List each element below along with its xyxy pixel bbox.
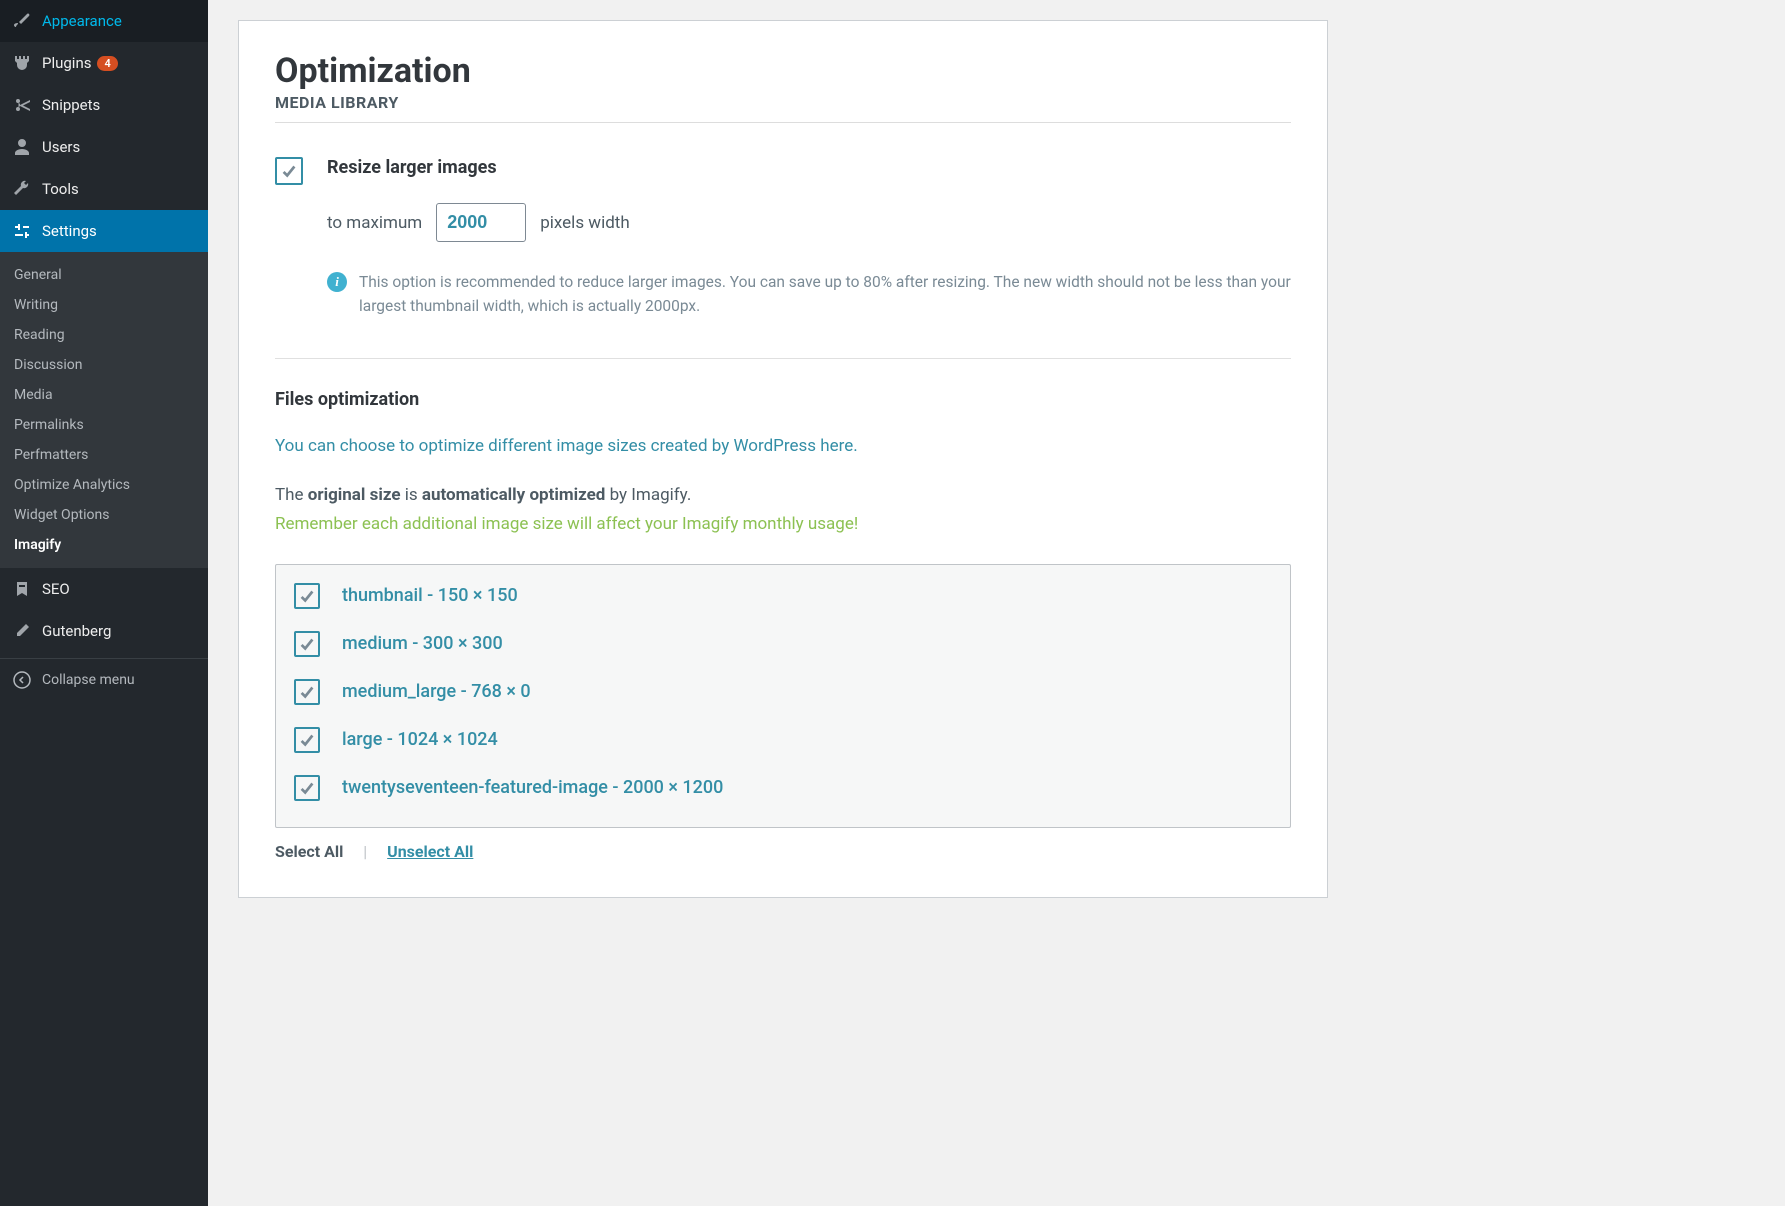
sidebar-item-appearance[interactable]: Appearance — [0, 0, 208, 42]
unselect-all-link[interactable]: Unselect All — [387, 842, 473, 861]
check-icon — [298, 587, 316, 605]
submenu-discussion[interactable]: Discussion — [0, 350, 208, 380]
resize-width-input[interactable] — [436, 203, 526, 242]
info-icon: i — [327, 272, 347, 292]
submenu-perfmatters[interactable]: Perfmatters — [0, 440, 208, 470]
sidebar-item-users[interactable]: Users — [0, 126, 208, 168]
resize-prefix: to maximum — [327, 213, 422, 233]
brush-icon — [12, 11, 32, 31]
select-all-link[interactable]: Select All — [275, 842, 343, 861]
submenu-widget-options[interactable]: Widget Options — [0, 500, 208, 530]
sidebar-item-label: Snippets — [42, 96, 100, 114]
sidebar-item-tools[interactable]: Tools — [0, 168, 208, 210]
resize-checkbox[interactable] — [275, 157, 303, 185]
main-content: Optimization MEDIA LIBRARY Resize larger… — [208, 0, 1785, 1206]
check-icon — [298, 731, 316, 749]
size-label: twentyseventeen-featured-image - 2000 × … — [342, 777, 723, 798]
files-note-line: The original size is automatically optim… — [275, 482, 1291, 509]
select-actions: Select All | Unselect All — [275, 842, 1291, 861]
submenu-media[interactable]: Media — [0, 380, 208, 410]
size-row: large - 1024 × 1024 — [294, 727, 1272, 753]
sidebar-item-settings[interactable]: Settings — [0, 210, 208, 252]
submenu-reading[interactable]: Reading — [0, 320, 208, 350]
sidebar-item-label: Settings — [42, 222, 97, 240]
update-count-badge: 4 — [97, 56, 117, 71]
sidebar-item-label: Appearance — [42, 12, 122, 30]
resize-input-row: to maximum pixels width — [327, 203, 1291, 242]
sidebar-item-plugins[interactable]: Plugins 4 — [0, 42, 208, 84]
size-label: thumbnail - 150 × 150 — [342, 585, 518, 606]
sidebar-item-label: Gutenberg — [42, 622, 111, 640]
resize-suffix: pixels width — [540, 213, 630, 233]
size-checkbox[interactable] — [294, 775, 320, 801]
resize-info-row: i This option is recommended to reduce l… — [327, 270, 1291, 318]
size-label: medium_large - 768 × 0 — [342, 681, 531, 702]
separator: | — [363, 842, 367, 861]
page-title: Optimization — [275, 51, 1291, 91]
image-sizes-list[interactable]: thumbnail - 150 × 150 medium - 300 × 300… — [275, 564, 1291, 828]
divider — [275, 122, 1291, 123]
size-label: large - 1024 × 1024 — [342, 729, 498, 750]
submenu-imagify[interactable]: Imagify — [0, 530, 208, 560]
size-checkbox[interactable] — [294, 631, 320, 657]
check-icon — [298, 683, 316, 701]
sliders-icon — [12, 221, 32, 241]
sidebar-item-seo[interactable]: SEO — [0, 568, 208, 610]
plug-icon — [12, 53, 32, 73]
sidebar-item-label: Users — [42, 138, 80, 156]
sidebar-item-gutenberg[interactable]: Gutenberg — [0, 610, 208, 652]
submenu-permalinks[interactable]: Permalinks — [0, 410, 208, 440]
check-icon — [298, 635, 316, 653]
resize-info-text: This option is recommended to reduce lar… — [359, 270, 1291, 318]
resize-label: Resize larger images — [327, 157, 497, 178]
sidebar-item-label: Tools — [42, 180, 79, 198]
size-row: medium - 300 × 300 — [294, 631, 1272, 657]
collapse-icon — [12, 670, 32, 690]
collapse-label: Collapse menu — [42, 672, 135, 688]
size-row: twentyseventeen-featured-image - 2000 × … — [294, 775, 1272, 801]
wrench-icon — [12, 179, 32, 199]
sidebar-item-snippets[interactable]: Snippets — [0, 84, 208, 126]
admin-sidebar: Appearance Plugins 4 Snippets Users Tool… — [0, 0, 208, 1206]
submenu-general[interactable]: General — [0, 260, 208, 290]
submenu-writing[interactable]: Writing — [0, 290, 208, 320]
size-checkbox[interactable] — [294, 727, 320, 753]
seo-icon — [12, 579, 32, 599]
files-description: You can choose to optimize different ima… — [275, 434, 1291, 460]
files-warning: Remember each additional image size will… — [275, 511, 1291, 538]
scissors-icon — [12, 95, 32, 115]
check-icon — [298, 779, 316, 797]
size-checkbox[interactable] — [294, 679, 320, 705]
submenu-optimize-analytics[interactable]: Optimize Analytics — [0, 470, 208, 500]
size-label: medium - 300 × 300 — [342, 633, 503, 654]
sidebar-item-label: Plugins — [42, 54, 91, 72]
pencil-icon — [12, 621, 32, 641]
divider — [275, 358, 1291, 359]
check-icon — [280, 162, 298, 180]
settings-submenu: General Writing Reading Discussion Media… — [0, 252, 208, 568]
size-row: thumbnail - 150 × 150 — [294, 583, 1272, 609]
resize-option-row: Resize larger images — [275, 157, 1291, 185]
user-icon — [12, 137, 32, 157]
page-subtitle: MEDIA LIBRARY — [275, 93, 1291, 112]
collapse-menu[interactable]: Collapse menu — [0, 658, 208, 701]
files-heading: Files optimization — [275, 389, 1291, 410]
size-row: medium_large - 768 × 0 — [294, 679, 1272, 705]
size-checkbox[interactable] — [294, 583, 320, 609]
sidebar-item-label: SEO — [42, 580, 70, 598]
settings-panel: Optimization MEDIA LIBRARY Resize larger… — [238, 20, 1328, 898]
